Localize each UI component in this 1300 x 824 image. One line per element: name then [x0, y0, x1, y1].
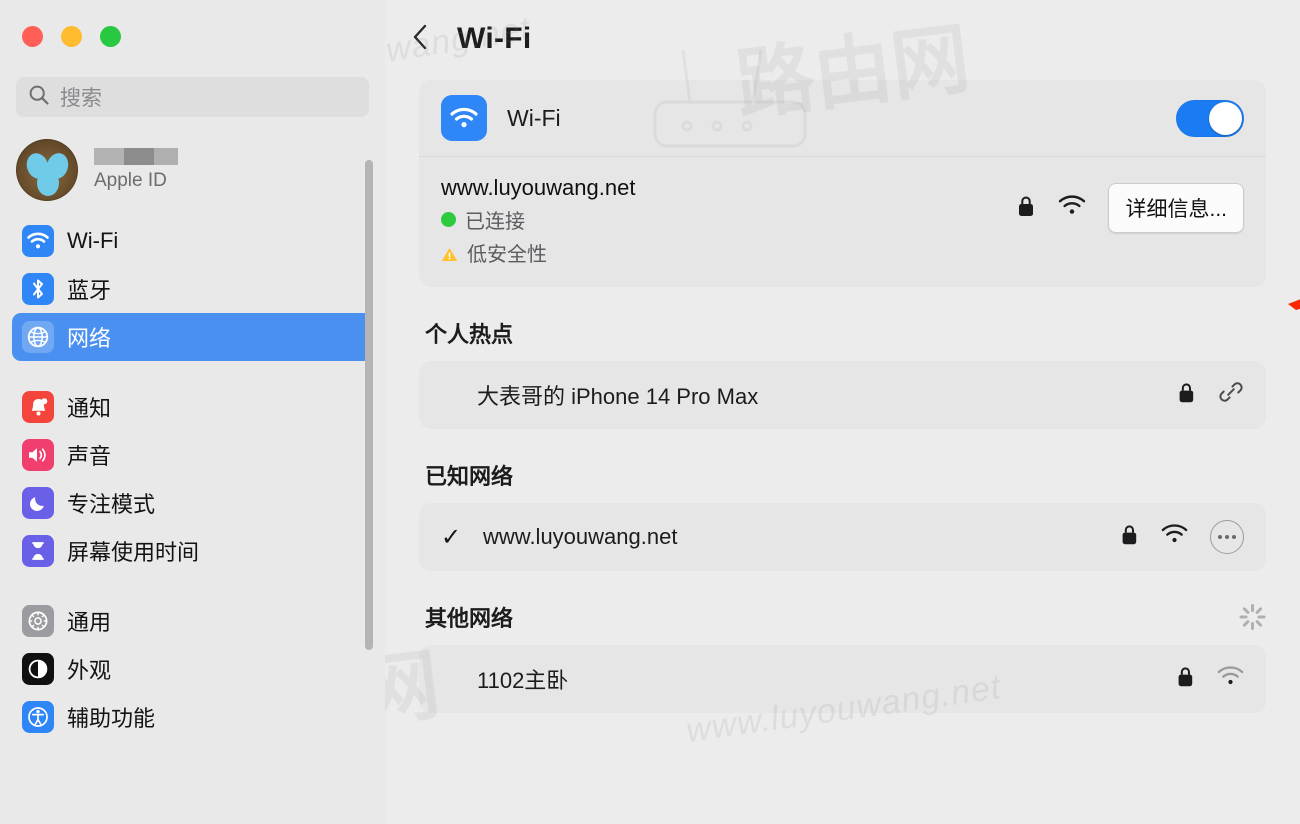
sidebar-item-sound[interactable]: 声音: [12, 431, 373, 479]
more-options-button[interactable]: [1210, 520, 1244, 554]
sidebar-item-wifi[interactable]: Wi-Fi: [12, 217, 373, 265]
main-content: Wi-Fi www.luyouwang.net 已连接 低安全性 详细信息...…: [385, 56, 1300, 713]
sidebar-item-label: 声音: [67, 444, 112, 469]
apple-id-label: Apple ID: [94, 170, 167, 191]
sidebar-item-label: 蓝牙: [67, 278, 112, 303]
other-networks-header: 其他网络: [425, 601, 1266, 633]
wifi-toggle-row: Wi-Fi: [419, 80, 1266, 156]
bell-icon: [22, 391, 54, 423]
wifi-icon: [441, 95, 487, 141]
window-controls: [0, 0, 385, 47]
sidebar-scrollbar[interactable]: [365, 160, 373, 650]
sidebar-item-appearance[interactable]: 外观: [12, 645, 373, 693]
search-icon: [28, 84, 50, 111]
sidebar-item-label: 通知: [67, 396, 112, 421]
lock-icon: [1120, 523, 1139, 552]
chevron-left-icon: [411, 23, 429, 56]
search-container: 搜索: [0, 47, 385, 117]
sidebar-divider-gap: [12, 361, 373, 383]
page-title: Wi-Fi: [457, 22, 532, 55]
globe-icon: [22, 321, 54, 353]
main-header: Wi-Fi: [385, 0, 1300, 56]
zoom-button[interactable]: [100, 26, 121, 47]
sidebar-item-label: 网络: [67, 326, 112, 351]
search-placeholder: 搜索: [60, 87, 102, 110]
wifi-signal-icon: [1217, 666, 1244, 692]
status-label: 已连接: [465, 211, 525, 233]
close-button[interactable]: [22, 26, 43, 47]
details-button[interactable]: 详细信息...: [1108, 183, 1244, 233]
hotspot-name: 大表哥的 iPhone 14 Pro Max: [477, 384, 759, 409]
other-networks-card: 1102主卧: [419, 645, 1266, 713]
sidebar-item-bluetooth[interactable]: 蓝牙: [12, 265, 373, 313]
other-network-name: 1102主卧: [477, 668, 569, 693]
sidebar: 搜索 Apple ID Wi-Fi 蓝牙 网络 通知 声音 专注模式 屏幕使用时…: [0, 0, 385, 824]
other-networks-section-title: 其他网络: [425, 606, 514, 631]
wifi-signal-icon: [1161, 524, 1188, 550]
sidebar-item-focus[interactable]: 专注模式: [12, 479, 373, 527]
wifi-toggle-label: Wi-Fi: [507, 104, 561, 131]
known-network-name: www.luyouwang.net: [483, 524, 678, 549]
known-network-row[interactable]: ✓ www.luyouwang.net: [419, 503, 1266, 571]
known-networks-section-title: 已知网络: [425, 464, 514, 489]
sidebar-nav: Wi-Fi 蓝牙 网络 通知 声音 专注模式 屏幕使用时间 通用 外观 辅助功能: [0, 211, 385, 741]
speaker-icon: [22, 439, 54, 471]
hotspot-section-title: 个人热点: [425, 322, 514, 347]
lock-icon: [1016, 194, 1036, 223]
moon-icon: [22, 487, 54, 519]
current-network-row: www.luyouwang.net 已连接 低安全性 详细信息...: [419, 157, 1266, 287]
system-settings-window: 搜索 Apple ID Wi-Fi 蓝牙 网络 通知 声音 专注模式 屏幕使用时…: [0, 0, 1300, 824]
back-button[interactable]: [407, 24, 433, 54]
gear-icon: [22, 605, 54, 637]
checkmark-icon: ✓: [441, 523, 462, 551]
sidebar-item-notifications[interactable]: 通知: [12, 383, 373, 431]
sidebar-item-accessibility[interactable]: 辅助功能: [12, 693, 373, 741]
bluetooth-icon: [22, 273, 54, 305]
current-network-name: www.luyouwang.net: [441, 175, 636, 200]
status-dot-icon: [441, 212, 456, 227]
apple-id-row[interactable]: Apple ID: [0, 117, 385, 211]
sidebar-item-screen-time[interactable]: 屏幕使用时间: [12, 527, 373, 575]
search-input[interactable]: 搜索: [16, 77, 369, 117]
current-network-security: 低安全性: [441, 238, 635, 267]
account-name-redacted: [94, 148, 178, 165]
current-network-status: 已连接: [441, 205, 635, 234]
known-networks-card: ✓ www.luyouwang.net: [419, 503, 1266, 571]
main-panel: www.luyouwang.net 路由网 www.luyouwang.net …: [385, 0, 1300, 824]
hotspot-card: 大表哥的 iPhone 14 Pro Max: [419, 361, 1266, 429]
security-warning-label: 低安全性: [467, 244, 547, 266]
sidebar-item-label: 辅助功能: [67, 706, 156, 731]
sidebar-item-label: 外观: [67, 658, 112, 683]
other-network-row[interactable]: 1102主卧: [419, 645, 1266, 713]
hourglass-icon: [22, 535, 54, 567]
avatar: [16, 139, 78, 201]
sidebar-item-network[interactable]: 网络: [12, 313, 373, 361]
spinner-icon: [1238, 603, 1266, 631]
link-icon: [1218, 379, 1244, 411]
appearance-icon: [22, 653, 54, 685]
sidebar-item-label: 屏幕使用时间: [67, 540, 200, 565]
minimize-button[interactable]: [61, 26, 82, 47]
warning-triangle-icon: [441, 245, 458, 261]
wifi-icon: [22, 225, 54, 257]
sidebar-item-label: 通用: [67, 610, 112, 635]
hotspot-row[interactable]: 大表哥的 iPhone 14 Pro Max: [419, 361, 1266, 429]
wifi-signal-icon: [1058, 195, 1086, 221]
accessibility-icon: [22, 701, 54, 733]
sidebar-item-label: 专注模式: [67, 492, 156, 517]
wifi-toggle-switch[interactable]: [1176, 99, 1244, 137]
lock-icon: [1176, 665, 1195, 694]
wifi-card: Wi-Fi www.luyouwang.net 已连接 低安全性 详细信息...: [419, 80, 1266, 287]
sidebar-divider-gap-2: [12, 575, 373, 597]
lock-icon: [1177, 381, 1196, 410]
sidebar-item-general[interactable]: 通用: [12, 597, 373, 645]
sidebar-item-label: Wi-Fi: [67, 228, 119, 253]
